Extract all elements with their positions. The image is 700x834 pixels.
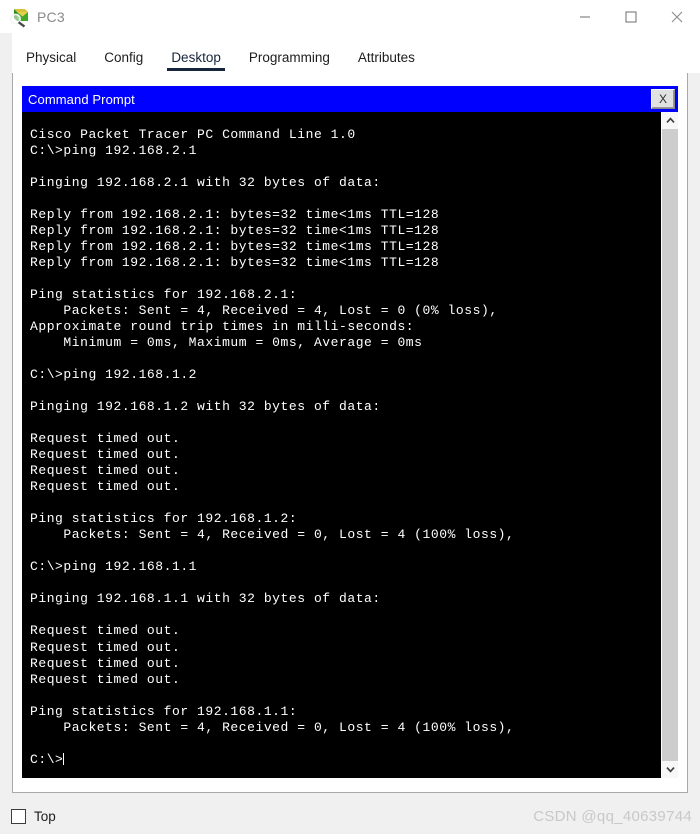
- top-checkbox[interactable]: [11, 808, 26, 824]
- terminal-line: Cisco Packet Tracer PC Command Line 1.0: [30, 127, 356, 142]
- terminal-prompt-line[interactable]: C:\>: [30, 752, 661, 768]
- tab-programming[interactable]: Programming: [235, 50, 344, 73]
- tab-desktop[interactable]: Desktop: [157, 50, 235, 73]
- terminal-line: Pinging 192.168.1.1 with 32 bytes of dat…: [30, 591, 381, 607]
- command-prompt-titlebar: Command Prompt X: [22, 86, 678, 112]
- terminal-line: Ping statistics for 192.168.1.2:: [30, 511, 298, 527]
- terminal-prompt-text: C:\>: [30, 751, 64, 767]
- terminal-line: Approximate round trip times in milli-se…: [30, 319, 415, 335]
- terminal-line: Reply from 192.168.2.1: bytes=32 time<1m…: [30, 207, 440, 223]
- packet-tracer-pc-icon: [8, 6, 30, 28]
- command-prompt-window: Command Prompt X Cisco Packet Tracer PC …: [22, 86, 678, 778]
- terminal-line: C:\>ping 192.168.2.1: [30, 143, 198, 159]
- window-controls: [562, 0, 700, 33]
- terminal-line: C:\>ping 192.168.1.2: [30, 367, 198, 383]
- terminal-line: Request timed out.: [30, 463, 181, 479]
- command-prompt-title: Command Prompt: [28, 91, 135, 107]
- watermark: CSDN @qq_40639744: [533, 807, 692, 825]
- terminal-line: Ping statistics for 192.168.1.1:: [30, 703, 298, 719]
- terminal-line: Minimum = 0ms, Maximum = 0ms, Average = …: [30, 335, 423, 351]
- terminal-line: Reply from 192.168.2.1: bytes=32 time<1m…: [30, 223, 440, 239]
- command-prompt-body: Cisco Packet Tracer PC Command Line 1.0 C…: [22, 112, 678, 778]
- terminal-line: Request timed out.: [30, 639, 181, 655]
- terminal-line: Packets: Sent = 4, Received = 4, Lost = …: [30, 303, 498, 319]
- terminal-line: Request timed out.: [30, 447, 181, 463]
- terminal-line: Reply from 192.168.2.1: bytes=32 time<1m…: [30, 239, 440, 255]
- terminal-line: Request timed out.: [30, 655, 181, 671]
- top-checkbox-group[interactable]: Top: [11, 808, 56, 824]
- terminal-scrollbar[interactable]: [661, 112, 678, 778]
- tab-config[interactable]: Config: [90, 50, 157, 73]
- tab-strip: Physical Config Desktop Programming Attr…: [12, 33, 700, 73]
- terminal-line: Request timed out.: [30, 479, 181, 495]
- window-titlebar: PC3: [0, 0, 700, 33]
- terminal-line: Packets: Sent = 4, Received = 0, Lost = …: [30, 527, 515, 543]
- terminal-line: Reply from 192.168.2.1: bytes=32 time<1m…: [30, 255, 440, 271]
- scrollbar-thumb[interactable]: [662, 129, 678, 761]
- terminal-line: Packets: Sent = 4, Received = 0, Lost = …: [30, 719, 515, 735]
- scroll-down-button[interactable]: [662, 761, 678, 778]
- terminal-line: Ping statistics for 192.168.2.1:: [30, 287, 298, 303]
- minimize-button[interactable]: [562, 0, 608, 33]
- terminal-line: Pinging 192.168.2.1 with 32 bytes of dat…: [30, 175, 381, 191]
- terminal-line: Request timed out.: [30, 671, 181, 687]
- tab-physical[interactable]: Physical: [12, 50, 90, 73]
- desktop-panel: Command Prompt X Cisco Packet Tracer PC …: [12, 73, 688, 793]
- top-checkbox-label: Top: [34, 808, 56, 824]
- terminal-line: Pinging 192.168.1.2 with 32 bytes of dat…: [30, 399, 381, 415]
- panel-footer: Top CSDN @qq_40639744: [0, 798, 700, 834]
- tab-attributes[interactable]: Attributes: [344, 50, 429, 73]
- terminal-output[interactable]: Cisco Packet Tracer PC Command Line 1.0 C…: [22, 112, 661, 778]
- scrollbar-track[interactable]: [662, 129, 678, 761]
- close-button[interactable]: [654, 0, 700, 33]
- maximize-button[interactable]: [608, 0, 654, 33]
- scroll-up-button[interactable]: [662, 112, 678, 129]
- command-prompt-close-button[interactable]: X: [651, 89, 675, 109]
- terminal-line: Request timed out.: [30, 431, 181, 447]
- terminal-line: C:\>ping 192.168.1.1: [30, 559, 198, 575]
- terminal-line: Request timed out.: [30, 623, 181, 639]
- terminal-caret: [63, 752, 65, 765]
- window-title: PC3: [37, 8, 65, 25]
